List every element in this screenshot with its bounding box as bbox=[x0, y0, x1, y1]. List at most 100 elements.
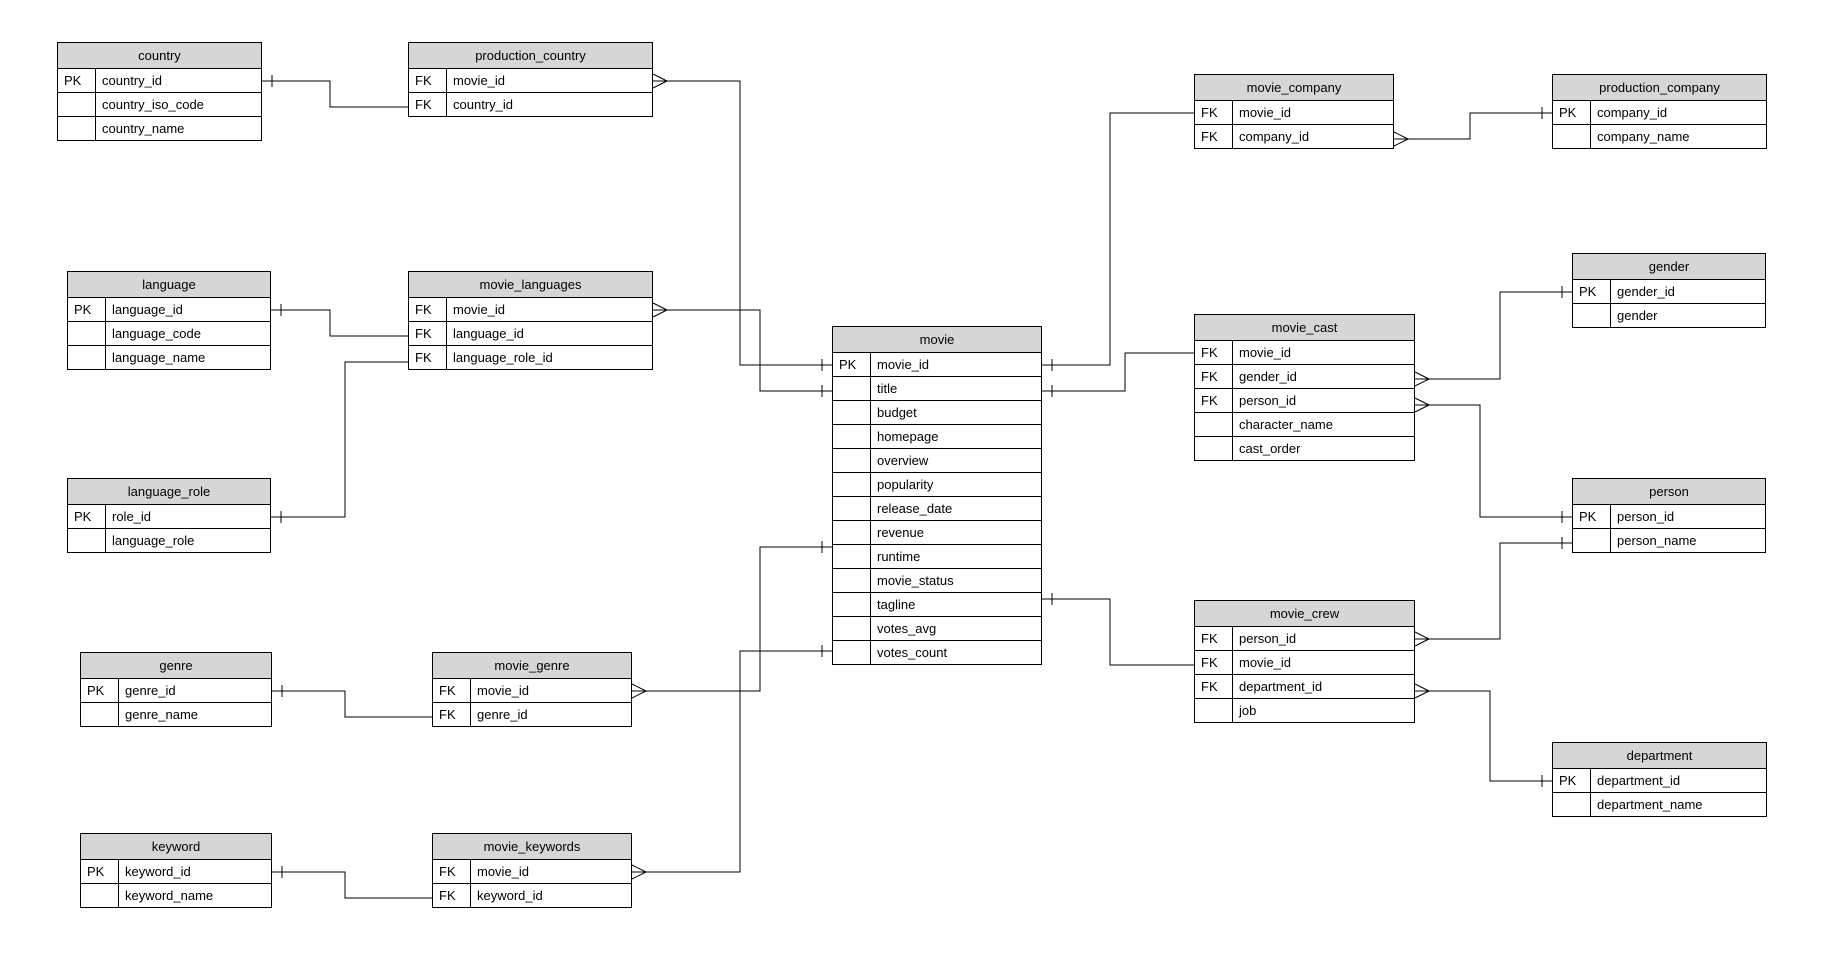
table-row: release_date bbox=[833, 496, 1041, 520]
col-cell: person_id bbox=[1233, 627, 1414, 650]
col-cell: movie_id bbox=[1233, 101, 1393, 124]
key-cell bbox=[58, 93, 96, 116]
col-cell: tagline bbox=[871, 593, 1041, 616]
col-cell: company_id bbox=[1591, 101, 1766, 124]
table-row: country_name bbox=[58, 116, 261, 140]
entity-production_company: production_companyPKcompany_idcompany_na… bbox=[1552, 74, 1767, 149]
key-cell bbox=[833, 593, 871, 616]
key-cell bbox=[81, 884, 119, 907]
key-cell: FK bbox=[1195, 651, 1233, 674]
col-cell: department_id bbox=[1233, 675, 1414, 698]
col-cell: runtime bbox=[871, 545, 1041, 568]
table-row: character_name bbox=[1195, 412, 1414, 436]
entity-title: movie_company bbox=[1195, 75, 1393, 101]
key-cell bbox=[833, 569, 871, 592]
table-row: gender bbox=[1573, 303, 1765, 327]
col-cell: release_date bbox=[871, 497, 1041, 520]
entity-title: language_role bbox=[68, 479, 270, 505]
key-cell: FK bbox=[409, 322, 447, 345]
table-row: person_name bbox=[1573, 528, 1765, 552]
col-cell: votes_count bbox=[871, 641, 1041, 664]
table-row: genre_name bbox=[81, 702, 271, 726]
entity-title: movie_languages bbox=[409, 272, 652, 298]
entity-production_country: production_countryFKmovie_idFKcountry_id bbox=[408, 42, 653, 117]
table-row: job bbox=[1195, 698, 1414, 722]
table-row: FKmovie_id bbox=[1195, 650, 1414, 674]
entity-title: production_country bbox=[409, 43, 652, 69]
col-cell: title bbox=[871, 377, 1041, 400]
key-cell: PK bbox=[81, 679, 119, 702]
entity-title: language bbox=[68, 272, 270, 298]
key-cell: FK bbox=[409, 346, 447, 369]
table-row: movie_status bbox=[833, 568, 1041, 592]
key-cell: PK bbox=[1573, 280, 1611, 303]
col-cell: cast_order bbox=[1233, 437, 1414, 460]
key-cell bbox=[833, 617, 871, 640]
table-row: FKperson_id bbox=[1195, 388, 1414, 412]
table-row: PKperson_id bbox=[1573, 505, 1765, 528]
key-cell bbox=[68, 529, 106, 552]
col-cell: language_id bbox=[447, 322, 652, 345]
key-cell: PK bbox=[58, 69, 96, 92]
table-row: language_name bbox=[68, 345, 270, 369]
entity-gender: genderPKgender_idgender bbox=[1572, 253, 1766, 328]
key-cell bbox=[1195, 413, 1233, 436]
col-cell: language_role_id bbox=[447, 346, 652, 369]
key-cell: FK bbox=[1195, 341, 1233, 364]
col-cell: language_code bbox=[106, 322, 270, 345]
key-cell: FK bbox=[1195, 365, 1233, 388]
key-cell bbox=[833, 473, 871, 496]
key-cell bbox=[833, 545, 871, 568]
col-cell: character_name bbox=[1233, 413, 1414, 436]
table-row: company_name bbox=[1553, 124, 1766, 148]
col-cell: keyword_id bbox=[119, 860, 271, 883]
table-row: language_code bbox=[68, 321, 270, 345]
col-cell: movie_id bbox=[871, 353, 1041, 376]
key-cell: PK bbox=[68, 298, 106, 321]
entity-title: movie_cast bbox=[1195, 315, 1414, 341]
col-cell: keyword_name bbox=[119, 884, 271, 907]
table-row: PKcountry_id bbox=[58, 69, 261, 92]
entity-keyword: keywordPKkeyword_idkeyword_name bbox=[80, 833, 272, 908]
table-row: FKcompany_id bbox=[1195, 124, 1393, 148]
table-row: FKlanguage_id bbox=[409, 321, 652, 345]
key-cell: FK bbox=[1195, 125, 1233, 148]
entity-language_role: language_rolePKrole_idlanguage_role bbox=[67, 478, 271, 553]
col-cell: country_name bbox=[96, 117, 261, 140]
key-cell bbox=[1553, 793, 1591, 816]
col-cell: country_iso_code bbox=[96, 93, 261, 116]
key-cell bbox=[1553, 125, 1591, 148]
table-row: FKmovie_id bbox=[409, 69, 652, 92]
col-cell: movie_id bbox=[471, 860, 631, 883]
col-cell: budget bbox=[871, 401, 1041, 424]
table-row: PKkeyword_id bbox=[81, 860, 271, 883]
col-cell: gender bbox=[1611, 304, 1765, 327]
col-cell: genre_id bbox=[471, 703, 631, 726]
col-cell: movie_status bbox=[871, 569, 1041, 592]
key-cell bbox=[833, 497, 871, 520]
table-row: votes_count bbox=[833, 640, 1041, 664]
entity-movie_keywords: movie_keywordsFKmovie_idFKkeyword_id bbox=[432, 833, 632, 908]
entity-movie_cast: movie_castFKmovie_idFKgender_idFKperson_… bbox=[1194, 314, 1415, 461]
col-cell: language_name bbox=[106, 346, 270, 369]
col-cell: votes_avg bbox=[871, 617, 1041, 640]
col-cell: genre_id bbox=[119, 679, 271, 702]
table-row: popularity bbox=[833, 472, 1041, 496]
col-cell: gender_id bbox=[1233, 365, 1414, 388]
col-cell: gender_id bbox=[1611, 280, 1765, 303]
col-cell: company_name bbox=[1591, 125, 1766, 148]
entity-title: person bbox=[1573, 479, 1765, 505]
table-row: cast_order bbox=[1195, 436, 1414, 460]
entity-title: movie_genre bbox=[433, 653, 631, 679]
key-cell: PK bbox=[68, 505, 106, 528]
table-row: FKmovie_id bbox=[1195, 341, 1414, 364]
entity-movie_crew: movie_crewFKperson_idFKmovie_idFKdepartm… bbox=[1194, 600, 1415, 723]
entity-title: department bbox=[1553, 743, 1766, 769]
table-row: PKrole_id bbox=[68, 505, 270, 528]
key-cell: FK bbox=[433, 679, 471, 702]
col-cell: keyword_id bbox=[471, 884, 631, 907]
key-cell: PK bbox=[81, 860, 119, 883]
col-cell: person_id bbox=[1611, 505, 1765, 528]
key-cell: FK bbox=[433, 884, 471, 907]
col-cell: popularity bbox=[871, 473, 1041, 496]
